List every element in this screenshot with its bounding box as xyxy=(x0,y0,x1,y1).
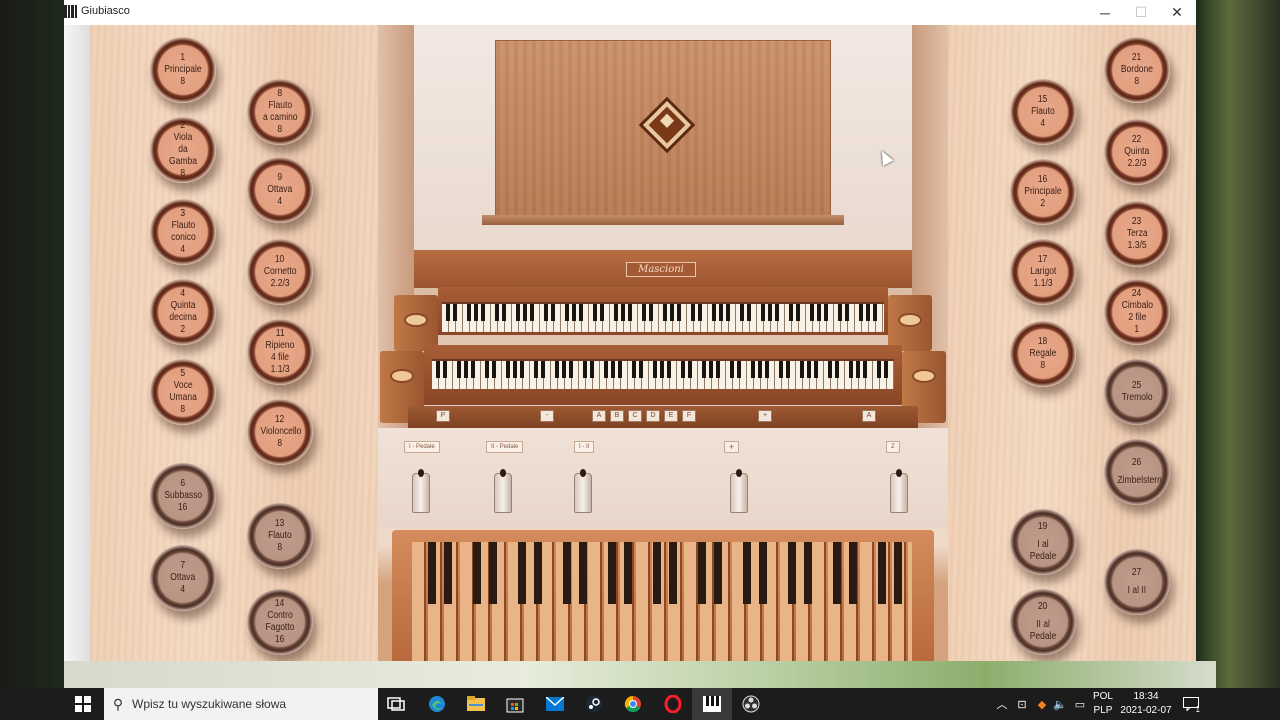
maker-nameplate: Mascioni xyxy=(626,262,696,277)
piston-e[interactable]: E xyxy=(664,410,678,422)
inlay-ornament xyxy=(642,100,692,150)
clock-time: 18:34 xyxy=(1133,691,1159,702)
coupler-label-i-pedale: I - Pedale xyxy=(404,441,440,453)
window-title: Giubiasco xyxy=(81,5,130,17)
stop-14[interactable]: 14 Contro Fagotto 16 xyxy=(247,589,313,655)
piston-a-right[interactable]: A xyxy=(862,410,876,422)
language-indicator[interactable]: POL PLP xyxy=(1090,690,1116,718)
tray-device-icon[interactable]: ⊡ xyxy=(1014,688,1030,720)
search-icon: ⚲ xyxy=(112,695,124,712)
organ-console: Mascioni P - A B C D E F + A I - Pedale … xyxy=(378,25,948,661)
stop-7[interactable]: 7 Ottava 4 xyxy=(150,545,216,611)
toe-stud-ii-pedale[interactable] xyxy=(494,469,512,513)
stop-27[interactable]: 27 I al II xyxy=(1104,549,1170,615)
obs-icon[interactable] xyxy=(731,688,771,720)
pedal-sharps[interactable] xyxy=(422,542,902,604)
coupler-label-z: Z xyxy=(886,441,900,453)
taskbar: ⚲ Wpisz tu wyszukiwane słowa ︿ ⊡ ◆ 🔈 ▭ P… xyxy=(0,688,1280,720)
volume-icon[interactable]: 🔈 xyxy=(1052,688,1068,720)
chrome-icon[interactable] xyxy=(613,688,653,720)
network-icon[interactable]: ▭ xyxy=(1072,688,1088,720)
desktop-wallpaper-strip xyxy=(64,661,1216,688)
stop-8[interactable]: 8 Flauto a camino 8 xyxy=(247,79,313,145)
mail-icon[interactable] xyxy=(535,688,575,720)
taskbar-clock[interactable]: 18:34 2021-02-07 xyxy=(1118,690,1174,718)
notification-icon[interactable]: 1 xyxy=(1180,688,1202,720)
clock-date: 2021-02-07 xyxy=(1120,705,1172,716)
stop-15[interactable]: 15 Flauto 4 xyxy=(1010,79,1076,145)
stop-9[interactable]: 9 Ottava 4 xyxy=(247,157,313,223)
file-explorer-icon[interactable] xyxy=(456,688,496,720)
piston-d[interactable]: D xyxy=(646,410,660,422)
left-stop-jamb xyxy=(90,25,378,661)
cheek-upper-right xyxy=(888,295,932,351)
cheek-upper-left xyxy=(394,295,438,351)
piston-p[interactable]: P xyxy=(436,410,450,422)
stop-13[interactable]: 13 Flauto 8 xyxy=(247,503,313,569)
toe-stud-z[interactable] xyxy=(890,469,908,513)
edge-icon[interactable] xyxy=(417,688,457,720)
stop-10[interactable]: 10 Cornetto 2.2/3 xyxy=(247,239,313,305)
toe-stud-plus[interactable] xyxy=(730,469,748,513)
toe-stud-panel xyxy=(378,428,948,528)
stop-23[interactable]: 23 Terza 1.3/5 xyxy=(1104,201,1170,267)
stop-21[interactable]: 21 Bordone 8 xyxy=(1104,37,1170,103)
organ-app-taskbar-icon[interactable] xyxy=(692,688,732,720)
music-desk xyxy=(495,40,831,220)
piston-minus[interactable]: - xyxy=(540,410,554,422)
stop-18[interactable]: 18 Regale 8 xyxy=(1010,321,1076,387)
piston-f[interactable]: F xyxy=(682,410,696,422)
taskbar-search-box[interactable]: ⚲ Wpisz tu wyszukiwane słowa xyxy=(104,688,378,720)
coupler-label-ii-pedale: II - Pedale xyxy=(486,441,524,453)
stop-25[interactable]: 25 Tremolo xyxy=(1104,359,1170,425)
toe-stud-i-pedale[interactable] xyxy=(412,469,430,513)
stop-5[interactable]: 5 Voce Umana 8 xyxy=(150,359,216,425)
toe-stud-i-ii[interactable] xyxy=(574,469,592,513)
piston-b[interactable]: B xyxy=(610,410,624,422)
title-bar[interactable]: Giubiasco ─ ☐ ✕ xyxy=(64,0,1196,25)
manual-upper[interactable] xyxy=(442,302,884,332)
stop-6[interactable]: 6 Subbasso 16 xyxy=(150,463,216,529)
close-button[interactable]: ✕ xyxy=(1159,0,1195,25)
left-margin xyxy=(64,25,90,661)
maximize-button[interactable]: ☐ xyxy=(1123,0,1159,25)
piston-c[interactable]: C xyxy=(628,410,642,422)
stop-22[interactable]: 22 Quinta 2.2/3 xyxy=(1104,119,1170,185)
steam-icon[interactable] xyxy=(574,688,614,720)
stop-12[interactable]: 12 Violoncello 8 xyxy=(247,399,313,465)
music-desk-ledge xyxy=(482,215,844,225)
stop-20[interactable]: 20 II al Pedale xyxy=(1010,589,1076,655)
piston-plus[interactable]: + xyxy=(758,410,772,422)
stop-16[interactable]: 16 Principale 2 xyxy=(1010,159,1076,225)
search-placeholder: Wpisz tu wyszukiwane słowa xyxy=(132,697,287,711)
piston-rail xyxy=(408,406,918,428)
app-window: Giubiasco ─ ☐ ✕ Mascioni P - A B C D E F… xyxy=(64,0,1196,661)
stop-17[interactable]: 17 Larigot 1.1/3 xyxy=(1010,239,1076,305)
tray-metamask-icon[interactable]: ◆ xyxy=(1034,688,1050,720)
windows-start-icon[interactable] xyxy=(63,688,103,720)
stop-26[interactable]: 26 Zimbelstern xyxy=(1104,439,1170,505)
store-icon[interactable] xyxy=(495,688,535,720)
notification-count: 1 xyxy=(1195,705,1200,714)
stop-4[interactable]: 4 Quinta decima 2 xyxy=(150,279,216,345)
pedalboard[interactable] xyxy=(392,530,934,661)
stop-24[interactable]: 24 Cimbalo 2 file 1 xyxy=(1104,279,1170,345)
coupler-label-i-ii: I - II xyxy=(574,441,595,453)
tray-chevron-up-icon[interactable]: ︿ xyxy=(994,688,1010,720)
stop-19[interactable]: 19 I al Pedale xyxy=(1010,509,1076,575)
stop-11[interactable]: 11 Ripieno 4 file 1.1/3 xyxy=(247,319,313,385)
piston-a[interactable]: A xyxy=(592,410,606,422)
coupler-label-plus: + xyxy=(724,441,740,453)
organ-app-icon xyxy=(64,5,77,18)
opera-icon[interactable] xyxy=(653,688,693,720)
keyboard-layout: PLP xyxy=(1093,705,1113,716)
stop-2[interactable]: 2 Viola da Gamba 8 xyxy=(150,117,216,183)
stop-3[interactable]: 3 Flauto conico 4 xyxy=(150,199,216,265)
manual-lower[interactable] xyxy=(432,359,894,389)
language-code: POL xyxy=(1092,691,1113,702)
organ-view: Mascioni P - A B C D E F + A I - Pedale … xyxy=(64,25,1196,661)
task-view-icon[interactable] xyxy=(376,688,416,720)
stop-1[interactable]: 1 Principale 8 xyxy=(150,37,216,103)
minimize-button[interactable]: ─ xyxy=(1087,0,1123,25)
